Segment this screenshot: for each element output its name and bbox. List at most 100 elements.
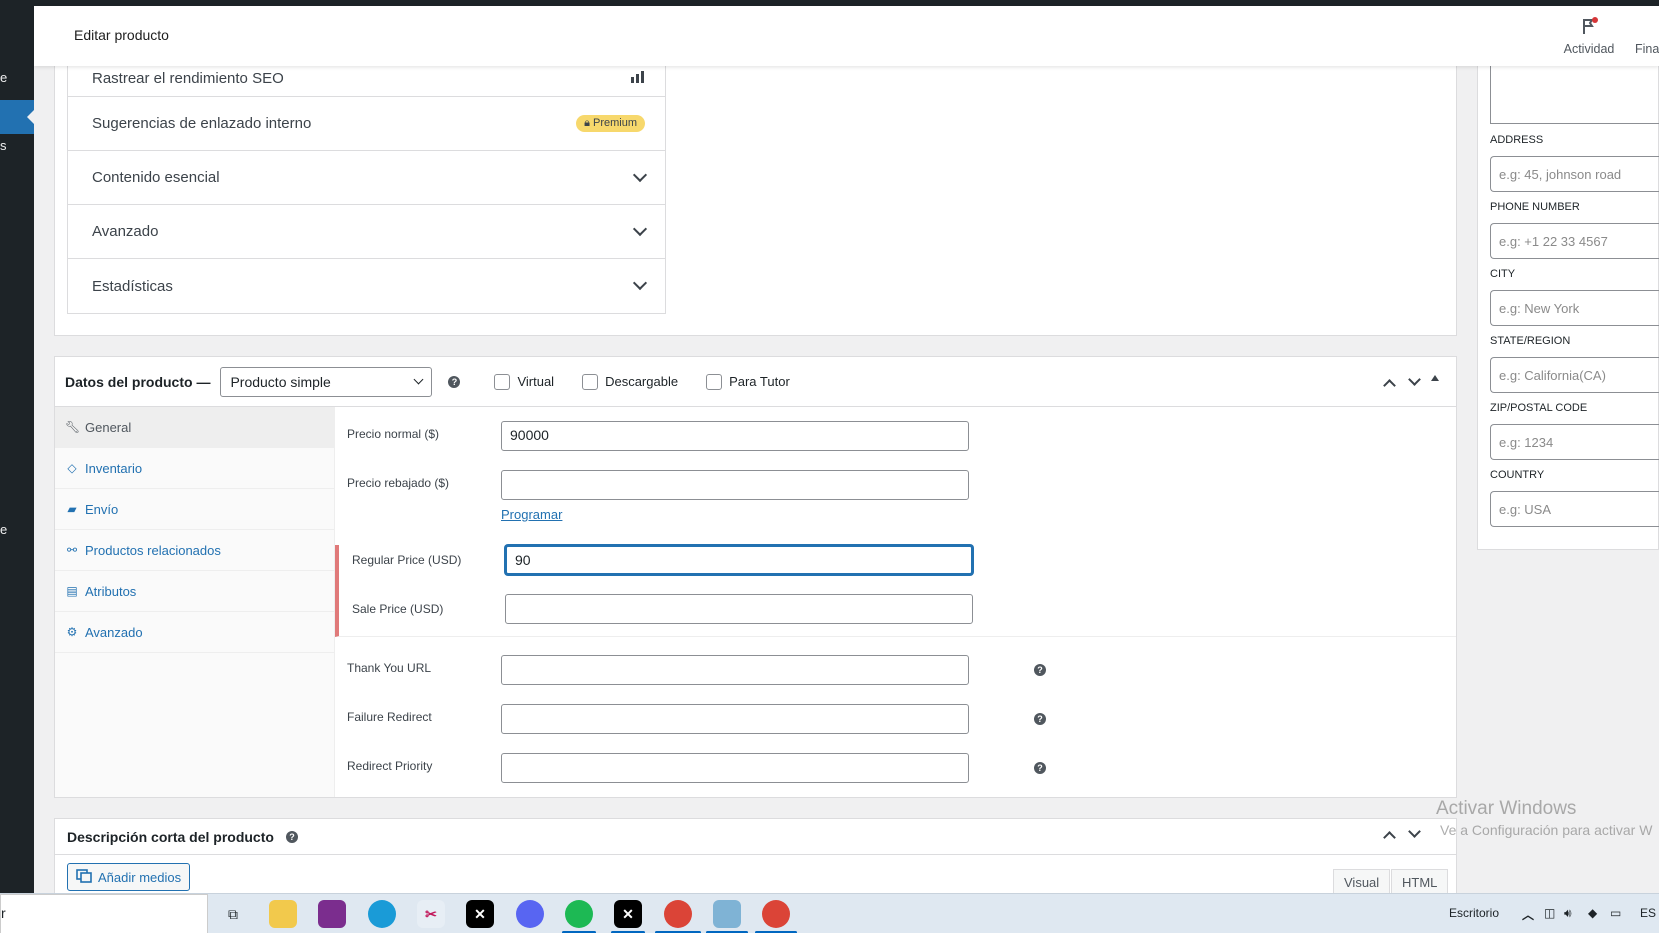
tab-label: Envío (85, 501, 119, 517)
tab-linked-products[interactable]: ⚯ Productos relacionados (55, 530, 334, 571)
tray-icon[interactable]: ◫ (1544, 906, 1555, 920)
media-icon (76, 868, 92, 886)
notepad-icon[interactable] (713, 900, 741, 928)
winrar-icon[interactable] (318, 900, 346, 928)
tab-html[interactable]: HTML (1391, 869, 1449, 895)
country-label: COUNTRY (1490, 469, 1545, 481)
tab-label: General (85, 419, 132, 435)
seo-item-essential[interactable]: Contenido esencial (68, 151, 665, 205)
redirect-priority-input[interactable] (501, 753, 969, 783)
tab-general[interactable]: 🔧︎ General (55, 407, 334, 448)
seo-item-advanced[interactable]: Avanzado (68, 205, 665, 259)
sale-price-input[interactable] (501, 470, 969, 500)
regular-price-input[interactable]: 90000 (501, 421, 969, 451)
usd-regular-input[interactable]: 90 (505, 545, 973, 575)
chevron-down-icon (632, 275, 648, 291)
language-indicator[interactable]: ES (1640, 906, 1656, 920)
usd-price-block: Regular Price (USD) 90 Sale Price (USD) (335, 545, 1456, 637)
checkbox-box[interactable] (706, 373, 723, 390)
thank-you-url-label: Thank You URL (347, 661, 432, 675)
state-input[interactable]: e.g: California(CA) (1490, 357, 1659, 393)
checkbox-box[interactable] (494, 373, 511, 390)
finance-label[interactable]: Fina (1635, 42, 1659, 56)
tab-inventory[interactable]: ◇ Inventario (55, 448, 334, 489)
move-down-icon[interactable] (1408, 825, 1421, 838)
lock-icon: 🔒︎ (584, 117, 593, 129)
discord-icon[interactable] (516, 900, 544, 928)
short-description-header: Descripción corta del producto ? (55, 819, 1456, 855)
premium-badge: 🔒︎ Premium (576, 115, 645, 132)
task-view-icon[interactable]: ⧉ (219, 900, 247, 928)
schedule-link[interactable]: Programar (501, 507, 562, 522)
seo-item-stats[interactable]: Estadísticas (68, 259, 665, 313)
tab-visual[interactable]: Visual (1333, 869, 1391, 895)
city-input[interactable]: e.g: New York (1490, 290, 1659, 326)
help-icon[interactable]: ? (448, 375, 461, 388)
volume-icon[interactable]: 🔊︎ (1564, 906, 1572, 921)
dropbox-icon[interactable]: ◆ (1588, 906, 1597, 920)
move-up-icon[interactable] (1383, 379, 1396, 392)
tab-attributes[interactable]: ▤ Atributos (55, 571, 334, 612)
textarea-field[interactable] (1490, 60, 1659, 124)
network-icon[interactable]: ▭ (1610, 906, 1621, 920)
tag-icon: ◇ (67, 461, 77, 475)
product-type-select[interactable]: Producto simple (220, 366, 433, 397)
thank-you-url-input[interactable] (501, 655, 969, 685)
tab-advanced[interactable]: ⚙︎ Avanzado (55, 612, 334, 653)
chrome-icon[interactable] (762, 900, 790, 928)
address-input[interactable]: e.g: 45, johnson road (1490, 156, 1659, 192)
menu-fragment[interactable]: e (0, 70, 7, 85)
activity-button[interactable]: Actividad (1554, 16, 1624, 56)
zip-input[interactable]: e.g: 1234 (1490, 424, 1659, 460)
tab-shipping[interactable]: ▰ Envío (55, 489, 334, 530)
seo-item-internal-links[interactable]: Sugerencias de enlazado interno 🔒︎ Premi… (68, 97, 665, 151)
address-label: ADDRESS (1490, 134, 1544, 146)
checkbox-box[interactable] (582, 373, 599, 390)
short-description-title: Descripción corta del producto (67, 828, 274, 845)
spotify-icon[interactable] (565, 900, 593, 928)
chevron-down-icon (632, 167, 648, 182)
product-data-header: Datos del producto — Producto simple ? V… (55, 357, 1456, 407)
snipping-tool-icon[interactable]: ✂ (417, 900, 445, 928)
menu-fragment[interactable]: s (0, 138, 7, 153)
help-icon[interactable]: ? (285, 830, 298, 843)
desktop-label[interactable]: Escritorio (1449, 906, 1499, 920)
sale-price-label: Precio rebajado ($) (347, 476, 450, 490)
virtual-checkbox[interactable]: Virtual (494, 373, 554, 390)
link-icon: ⚯ (66, 543, 78, 557)
tutor-checkbox[interactable]: Para Tutor (706, 373, 790, 390)
edge-icon[interactable] (368, 900, 396, 928)
help-icon[interactable]: ? (1034, 762, 1046, 774)
chevron-up-icon[interactable]: ︿ (1522, 906, 1534, 923)
downloadable-checkbox[interactable]: Descargable (582, 373, 679, 390)
redirect-priority-label: Redirect Priority (347, 759, 433, 773)
seo-item-label: Rastrear el rendimiento SEO (92, 69, 284, 87)
help-icon[interactable]: ? (1034, 664, 1046, 676)
capcut-icon[interactable]: ✕ (614, 900, 642, 928)
move-down-icon[interactable] (1408, 373, 1421, 386)
taskbar-search[interactable]: r (0, 894, 208, 933)
list-icon: ▤ (66, 584, 78, 598)
checkbox-label: Descargable (605, 374, 679, 389)
help-icon[interactable]: ? (1034, 713, 1046, 725)
phone-input[interactable]: e.g: +1 22 33 4567 (1490, 223, 1659, 259)
editor-header: Editar producto Actividad Fina (34, 6, 1659, 66)
usd-sale-input[interactable] (505, 594, 973, 624)
failure-redirect-input[interactable] (501, 704, 969, 734)
seo-accordion: Rastrear el rendimiento SEO Sugerencias … (67, 60, 666, 314)
tab-label: Inventario (85, 460, 143, 476)
add-media-button[interactable]: Añadir medios (67, 863, 191, 891)
seo-item-label: Estadísticas (92, 277, 173, 295)
file-explorer-icon[interactable] (269, 900, 297, 928)
page-title: Editar producto (74, 27, 169, 43)
menu-item-active[interactable] (0, 100, 34, 134)
collapse-icon[interactable] (1431, 375, 1439, 381)
move-up-icon[interactable] (1383, 831, 1396, 844)
capcut-icon[interactable]: ✕ (466, 900, 494, 928)
menu-fragment[interactable]: e (0, 522, 7, 537)
country-input[interactable]: e.g: USA (1490, 491, 1659, 527)
state-label: STATE/REGION (1490, 335, 1571, 347)
chrome-icon[interactable] (664, 900, 692, 928)
zip-label: ZIP/POSTAL CODE (1490, 402, 1588, 414)
usd-regular-label: Regular Price (USD) (352, 553, 462, 567)
